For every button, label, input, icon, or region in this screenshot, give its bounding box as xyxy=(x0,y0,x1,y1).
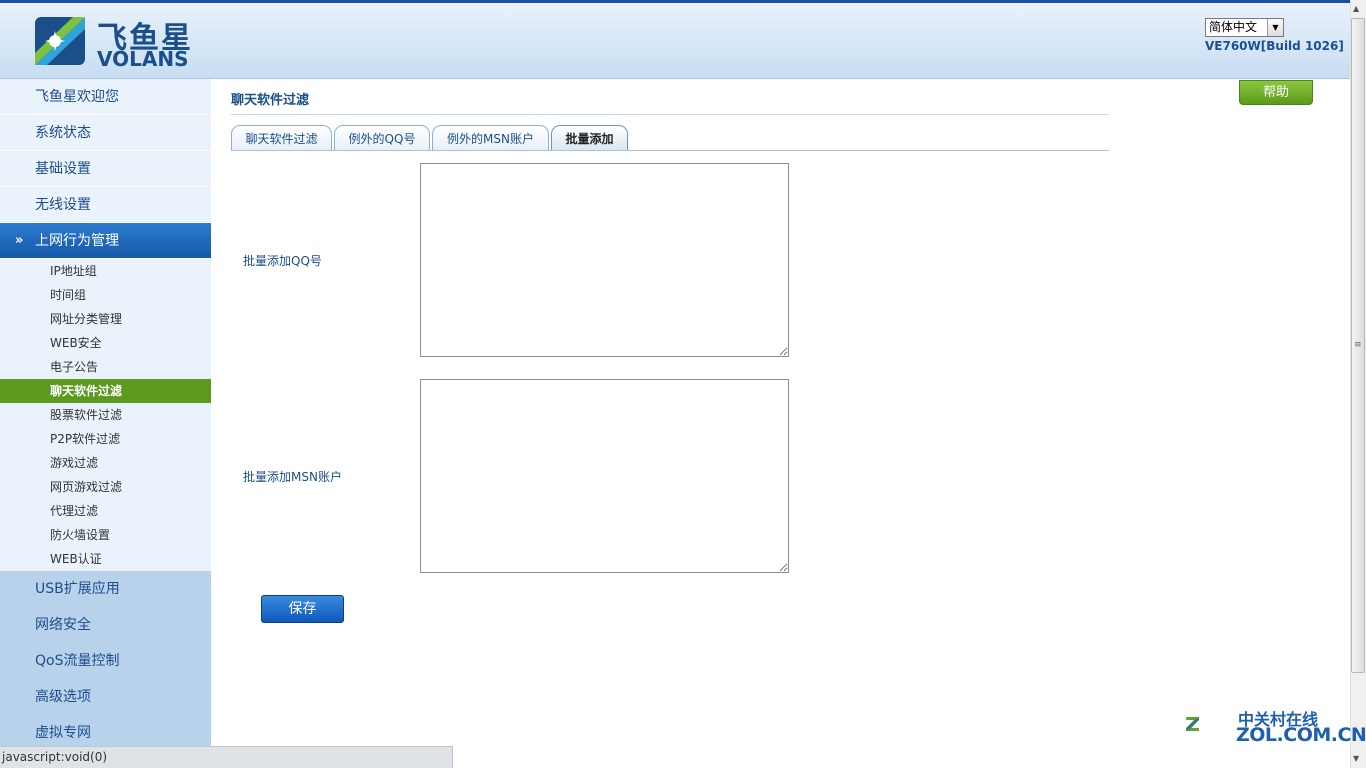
nav-item-advanced[interactable]: 高级选项 xyxy=(0,679,211,715)
sub-item-p2p-filter[interactable]: P2P软件过滤 xyxy=(0,427,211,451)
sub-item-ip-group[interactable]: IP地址组 xyxy=(0,259,211,283)
logo-en-text: VOLANS xyxy=(97,47,189,71)
msn-batch-label: 批量添加MSN账户 xyxy=(243,470,342,484)
scroll-up-arrow-icon[interactable]: ▲ xyxy=(1353,4,1359,13)
sub-item-web-security[interactable]: WEB安全 xyxy=(0,331,211,355)
save-button[interactable]: 保存 xyxy=(261,595,344,623)
nav-item-basic-settings[interactable]: 基础设置 xyxy=(0,151,211,187)
msn-batch-textarea[interactable] xyxy=(420,379,789,573)
qq-batch-textarea[interactable] xyxy=(420,163,789,357)
zol-watermark-logo xyxy=(1186,717,1199,731)
nav-item-usb[interactable]: USB扩展应用 xyxy=(0,571,211,607)
language-value: 简体中文 xyxy=(1209,20,1258,34)
scroll-grip-icon: ≡ xyxy=(1354,340,1362,350)
tab-batch-add[interactable]: 批量添加 xyxy=(551,125,628,151)
volans-logo[interactable]: 飞鱼星 VOLANS xyxy=(33,15,193,71)
title-divider xyxy=(231,114,1109,115)
tab-divider xyxy=(231,150,1109,151)
sidebar: 飞鱼星欢迎您 系统状态 基础设置 无线设置 » 上网行为管理 IP地址组 时间组… xyxy=(0,79,211,768)
sub-item-proxy-filter[interactable]: 代理过滤 xyxy=(0,499,211,523)
scroll-down-arrow-icon[interactable]: ▼ xyxy=(1353,754,1359,763)
watermark-en-text: ZOL.COM.CN xyxy=(1236,724,1366,746)
sub-item-web-auth[interactable]: WEB认证 xyxy=(0,547,211,571)
nav-item-wireless-settings[interactable]: 无线设置 xyxy=(0,187,211,223)
volans-logo-icon xyxy=(35,17,85,65)
sub-item-webgame-filter[interactable]: 网页游戏过滤 xyxy=(0,475,211,499)
sub-item-game-filter[interactable]: 游戏过滤 xyxy=(0,451,211,475)
nav-item-system-status[interactable]: 系统状态 xyxy=(0,115,211,151)
nav-item-behavior-management[interactable]: » 上网行为管理 xyxy=(0,223,211,259)
nav-item-welcome[interactable]: 飞鱼星欢迎您 xyxy=(0,79,211,115)
sub-item-url-category[interactable]: 网址分类管理 xyxy=(0,307,211,331)
page-title: 聊天软件过滤 xyxy=(231,93,310,108)
nav-item-qos[interactable]: QoS流量控制 xyxy=(0,643,211,679)
tab-msn-exceptions[interactable]: 例外的MSN账户 xyxy=(432,125,549,151)
help-button[interactable]: 帮助 xyxy=(1239,80,1313,105)
nav-item-network-security[interactable]: 网络安全 xyxy=(0,607,211,643)
sub-item-bulletin[interactable]: 电子公告 xyxy=(0,355,211,379)
qq-batch-label: 批量添加QQ号 xyxy=(243,254,322,268)
sub-item-stock-filter[interactable]: 股票软件过滤 xyxy=(0,403,211,427)
sub-item-time-group[interactable]: 时间组 xyxy=(0,283,211,307)
language-select[interactable]: 简体中文 ▼ xyxy=(1205,18,1284,37)
dropdown-arrow-icon: ▼ xyxy=(1267,19,1283,36)
browser-status-bar: javascript:void(0) xyxy=(0,746,453,768)
double-chevron-down-icon: » xyxy=(15,233,24,248)
firmware-build: VE760W[Build 1026] xyxy=(1205,39,1344,53)
tab-qq-exceptions[interactable]: 例外的QQ号 xyxy=(334,125,430,151)
tab-chat-filter[interactable]: 聊天软件过滤 xyxy=(231,125,332,151)
sub-item-firewall[interactable]: 防火墙设置 xyxy=(0,523,211,547)
sub-item-chat-filter[interactable]: 聊天软件过滤 xyxy=(0,379,211,403)
nav-item-label: 上网行为管理 xyxy=(35,233,119,249)
header-bar: 飞鱼星 VOLANS 简体中文 ▼ VE760W[Build 1026] xyxy=(0,0,1350,79)
